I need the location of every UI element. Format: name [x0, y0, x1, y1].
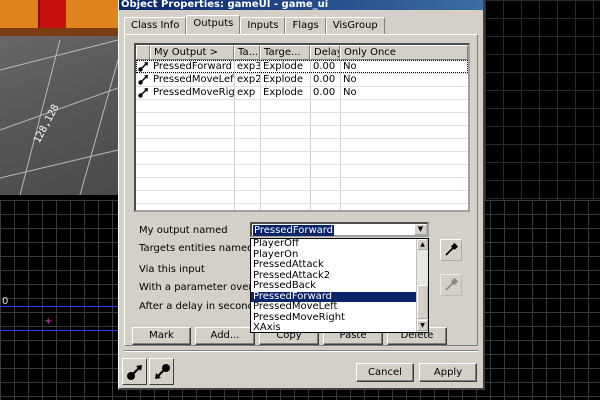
targets-label: Targets entities named: [139, 243, 254, 254]
outputs-panel: My Output > Ta... Targe... Delay Only On…: [124, 34, 478, 346]
via-input-label: Via this input: [139, 264, 205, 275]
tab-strip: Class Info Outputs Inputs Flags VisGroup: [124, 15, 385, 34]
tab-class-info[interactable]: Class Info: [124, 17, 187, 34]
list-item[interactable]: PressedBack: [251, 280, 428, 292]
output-select[interactable]: PressedForward ▼: [250, 222, 429, 237]
chevron-down-icon[interactable]: ▼: [414, 224, 427, 235]
list-item[interactable]: PressedMoveLeft: [251, 301, 428, 313]
output-dropdown-list[interactable]: PlayerOff PlayerOn PressedAttack Pressed…: [250, 238, 429, 333]
scroll-down-icon[interactable]: ▼: [417, 320, 428, 331]
eyedropper-icon: [445, 278, 458, 291]
list-item[interactable]: PressedAttack: [251, 259, 428, 271]
eyedropper-icon: [445, 243, 458, 256]
output-named-label: My output named: [139, 225, 228, 236]
object-properties-dialog: Object Properties: gameUI - game_ui Clas…: [118, 0, 485, 390]
right-grid-viewport[interactable]: [485, 0, 600, 200]
add-button[interactable]: Add...: [195, 327, 255, 345]
column-target-input[interactable]: Targe...: [260, 45, 310, 60]
column-only-once[interactable]: Only Once: [340, 45, 468, 60]
dialog-title[interactable]: Object Properties: gameUI - game_ui: [119, 0, 483, 10]
dialog-separator: [124, 350, 478, 352]
list-item[interactable]: PlayerOff: [251, 238, 428, 250]
tab-flags[interactable]: Flags: [285, 17, 326, 34]
tab-outputs[interactable]: Outputs: [186, 15, 241, 34]
apply-button[interactable]: Apply: [419, 363, 477, 382]
input-arrow-icon: [154, 363, 170, 379]
grid-marker: +: [44, 316, 53, 327]
pick-target-button[interactable]: [440, 239, 462, 261]
mark-button[interactable]: Mark: [132, 327, 191, 345]
camera-viewport[interactable]: 128,128: [0, 0, 118, 195]
input-connections-button[interactable]: [149, 358, 174, 385]
column-my-output[interactable]: My Output >: [150, 45, 234, 60]
output-select-value: PressedForward: [253, 225, 335, 236]
list-grid-lines: [136, 60, 468, 210]
tab-visgroup[interactable]: VisGroup: [325, 17, 385, 34]
viewport-floor-grid: [0, 39, 118, 195]
grid-blue-line: [0, 330, 118, 331]
output-connections-button[interactable]: [122, 358, 147, 385]
cancel-button[interactable]: Cancel: [356, 363, 414, 382]
column-icon: [136, 45, 150, 60]
grid-axis-label: 0: [2, 296, 9, 307]
pick-parameter-button[interactable]: [440, 274, 462, 296]
scroll-thumb[interactable]: [417, 285, 428, 319]
dropdown-scrollbar[interactable]: ▲ ▼: [416, 239, 428, 332]
outputs-list-header: My Output > Ta... Targe... Delay Only On…: [136, 45, 468, 60]
grid-blue-line: [0, 306, 118, 307]
output-arrow-icon: [126, 364, 142, 380]
column-delay[interactable]: Delay: [310, 45, 340, 60]
outputs-list[interactable]: My Output > Ta... Targe... Delay Only On…: [134, 43, 470, 212]
scroll-up-icon[interactable]: ▲: [417, 239, 428, 250]
list-item[interactable]: XAxis: [251, 322, 428, 334]
column-target[interactable]: Ta...: [234, 45, 260, 60]
tab-inputs[interactable]: Inputs: [240, 17, 286, 34]
